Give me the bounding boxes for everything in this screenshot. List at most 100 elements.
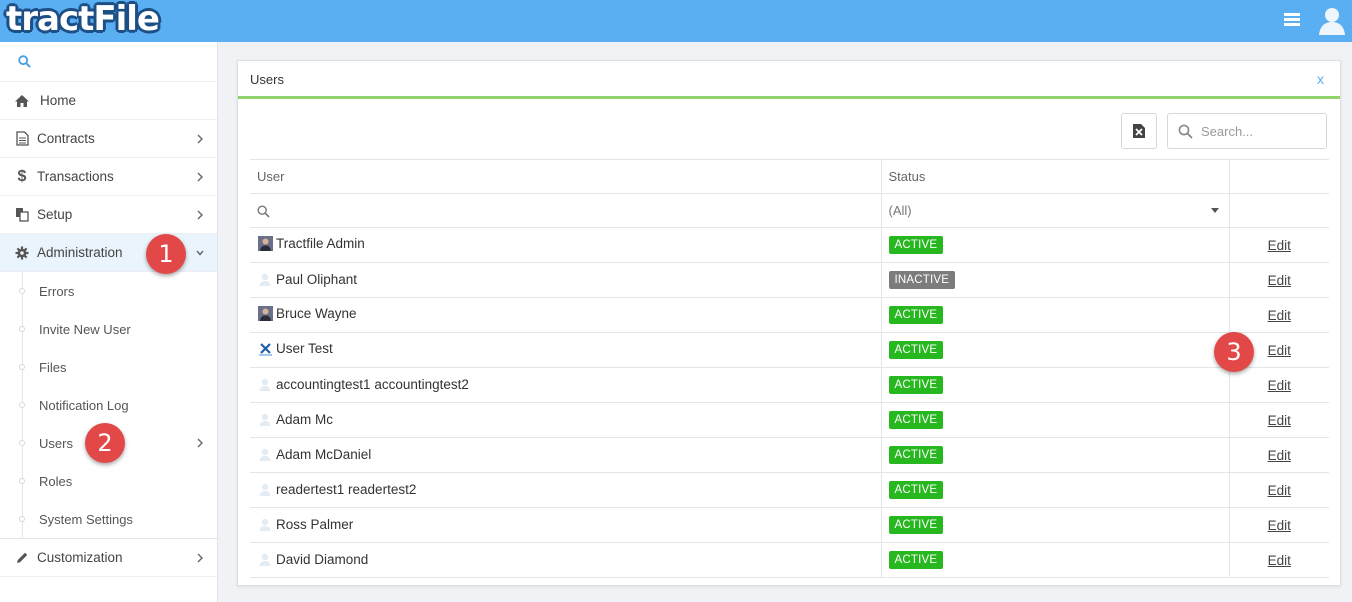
chevron-right-icon [197,172,203,182]
copy-icon [14,207,30,223]
table-row: Bruce Wayne ACTIVE Edit [250,297,1329,333]
sidebar-subitem-notification-log[interactable]: Notification Log [0,386,217,424]
search-input[interactable] [1201,122,1321,140]
default-avatar-icon [257,411,273,427]
status-badge: ACTIVE [888,376,944,394]
status-filter-value: (All) [888,203,912,218]
user-cell: David Diamond [250,542,882,578]
user-cell: Paul Oliphant [250,262,882,298]
sidebar-subitem-roles[interactable]: Roles [0,462,217,500]
dollar-icon: $ [17,167,27,185]
sidebar-subitem-errors[interactable]: Errors [0,272,217,310]
sidebar-item-customization[interactable]: Customization [0,539,217,577]
chevron-right-icon [197,553,203,563]
grid-search[interactable] [1167,113,1327,149]
sidebar-item-transactions[interactable]: $ Transactions [0,158,217,196]
status-cell: ACTIVE [881,437,1230,473]
user-cell: Adam McDaniel [250,437,882,473]
user-name: Ross Palmer [276,516,354,532]
default-avatar-icon [257,271,273,287]
photo-avatar-icon [257,236,273,252]
export-excel-button[interactable] [1121,113,1157,149]
user-name: Adam McDaniel [276,446,372,462]
table-row: Tractfile Admin ACTIVE Edit [250,227,1329,263]
status-filter-select[interactable]: (All) [881,193,1230,228]
user-filter-cell[interactable] [250,193,882,228]
action-cell: Edit [1229,227,1329,263]
sidebar-subitem-files[interactable]: Files [0,348,217,386]
edit-link[interactable]: Edit [1268,483,1291,498]
sidebar-item-contracts[interactable]: Contracts [0,120,217,158]
edit-link[interactable]: Edit [1268,238,1291,253]
default-avatar-icon [257,446,273,462]
pencil-icon [14,550,30,566]
callout-badge-3: 3 [1214,332,1254,372]
grid-toolbar [238,102,1340,158]
status-cell: ACTIVE [881,472,1230,508]
table-row: Adam Mc ACTIVE Edit [250,402,1329,438]
sidebar-item-label: Errors [39,283,75,299]
sidebar-item-home[interactable]: Home [0,82,217,120]
search-icon [18,55,31,68]
user-cell: Tractfile Admin [250,227,882,263]
close-button[interactable]: x [1317,71,1324,87]
search-icon [257,205,270,218]
bullet-dot-icon [19,402,25,408]
sidebar-item-label: Customization [37,550,123,565]
status-cell: ACTIVE [881,297,1230,333]
table-row: Ross Palmer ACTIVE Edit [250,507,1329,543]
edit-link[interactable]: Edit [1268,378,1291,393]
x-logo-avatar-icon [257,341,273,357]
hamburger-menu-icon[interactable] [1284,13,1300,27]
sidebar-item-label: Administration [37,245,123,260]
column-header-user[interactable]: User [250,159,882,194]
user-cell: Bruce Wayne [250,297,882,333]
gear-icon [14,245,30,261]
edit-link[interactable]: Edit [1268,413,1291,428]
edit-link[interactable]: Edit [1268,518,1291,533]
user-cell: Adam Mc [250,402,882,438]
status-cell: ACTIVE [881,402,1230,438]
user-cell: accountingtest1 accountingtest2 [250,367,882,403]
sidebar-item-label: Setup [37,207,73,222]
edit-link[interactable]: Edit [1268,273,1291,288]
user-name: Adam Mc [276,411,334,427]
edit-link[interactable]: Edit [1268,553,1291,568]
app-logo[interactable]: tractFile [6,0,160,40]
panel-header: Users x [238,61,1340,99]
search-icon [1178,124,1193,139]
callout-badge-2: 2 [85,423,125,463]
table-row: Paul Oliphant INACTIVE Edit [250,262,1329,298]
users-panel: Users x User Status (All) Tractfile Admi… [237,60,1341,586]
sidebar-search[interactable] [0,42,217,82]
status-cell: ACTIVE [881,227,1230,263]
sidebar-subitem-invite-new-user[interactable]: Invite New User [0,310,217,348]
sidebar-item-label: Notification Log [39,397,129,413]
bullet-dot-icon [19,478,25,484]
action-cell: Edit [1229,297,1329,333]
bullet-dot-icon [19,364,25,370]
action-cell: Edit [1229,402,1329,438]
callout-badge-1: 1 [146,234,186,274]
sidebar-item-setup[interactable]: Setup [0,196,217,234]
table-row: David Diamond ACTIVE Edit [250,542,1329,578]
edit-link[interactable]: Edit [1268,448,1291,463]
edit-link[interactable]: Edit [1268,308,1291,323]
status-cell: ACTIVE [881,542,1230,578]
status-badge: ACTIVE [888,411,944,429]
status-badge: ACTIVE [888,236,944,254]
status-badge: INACTIVE [888,271,956,289]
table-row: User Test ACTIVE Edit [250,332,1329,368]
action-cell: Edit [1229,437,1329,473]
document-icon [14,131,30,147]
users-table: User Status (All) Tractfile Admin ACTIVE E… [250,159,1329,578]
user-profile-icon[interactable] [1317,5,1347,35]
column-header-status[interactable]: Status [881,159,1230,194]
chevron-down-icon [196,250,204,256]
edit-link[interactable]: Edit [1268,343,1291,358]
status-badge: ACTIVE [888,516,944,534]
sidebar-subitem-system-settings[interactable]: System Settings [0,500,217,538]
sidebar-item-label: System Settings [39,511,133,527]
status-badge: ACTIVE [888,481,944,499]
user-name: Tractfile Admin [276,236,365,252]
